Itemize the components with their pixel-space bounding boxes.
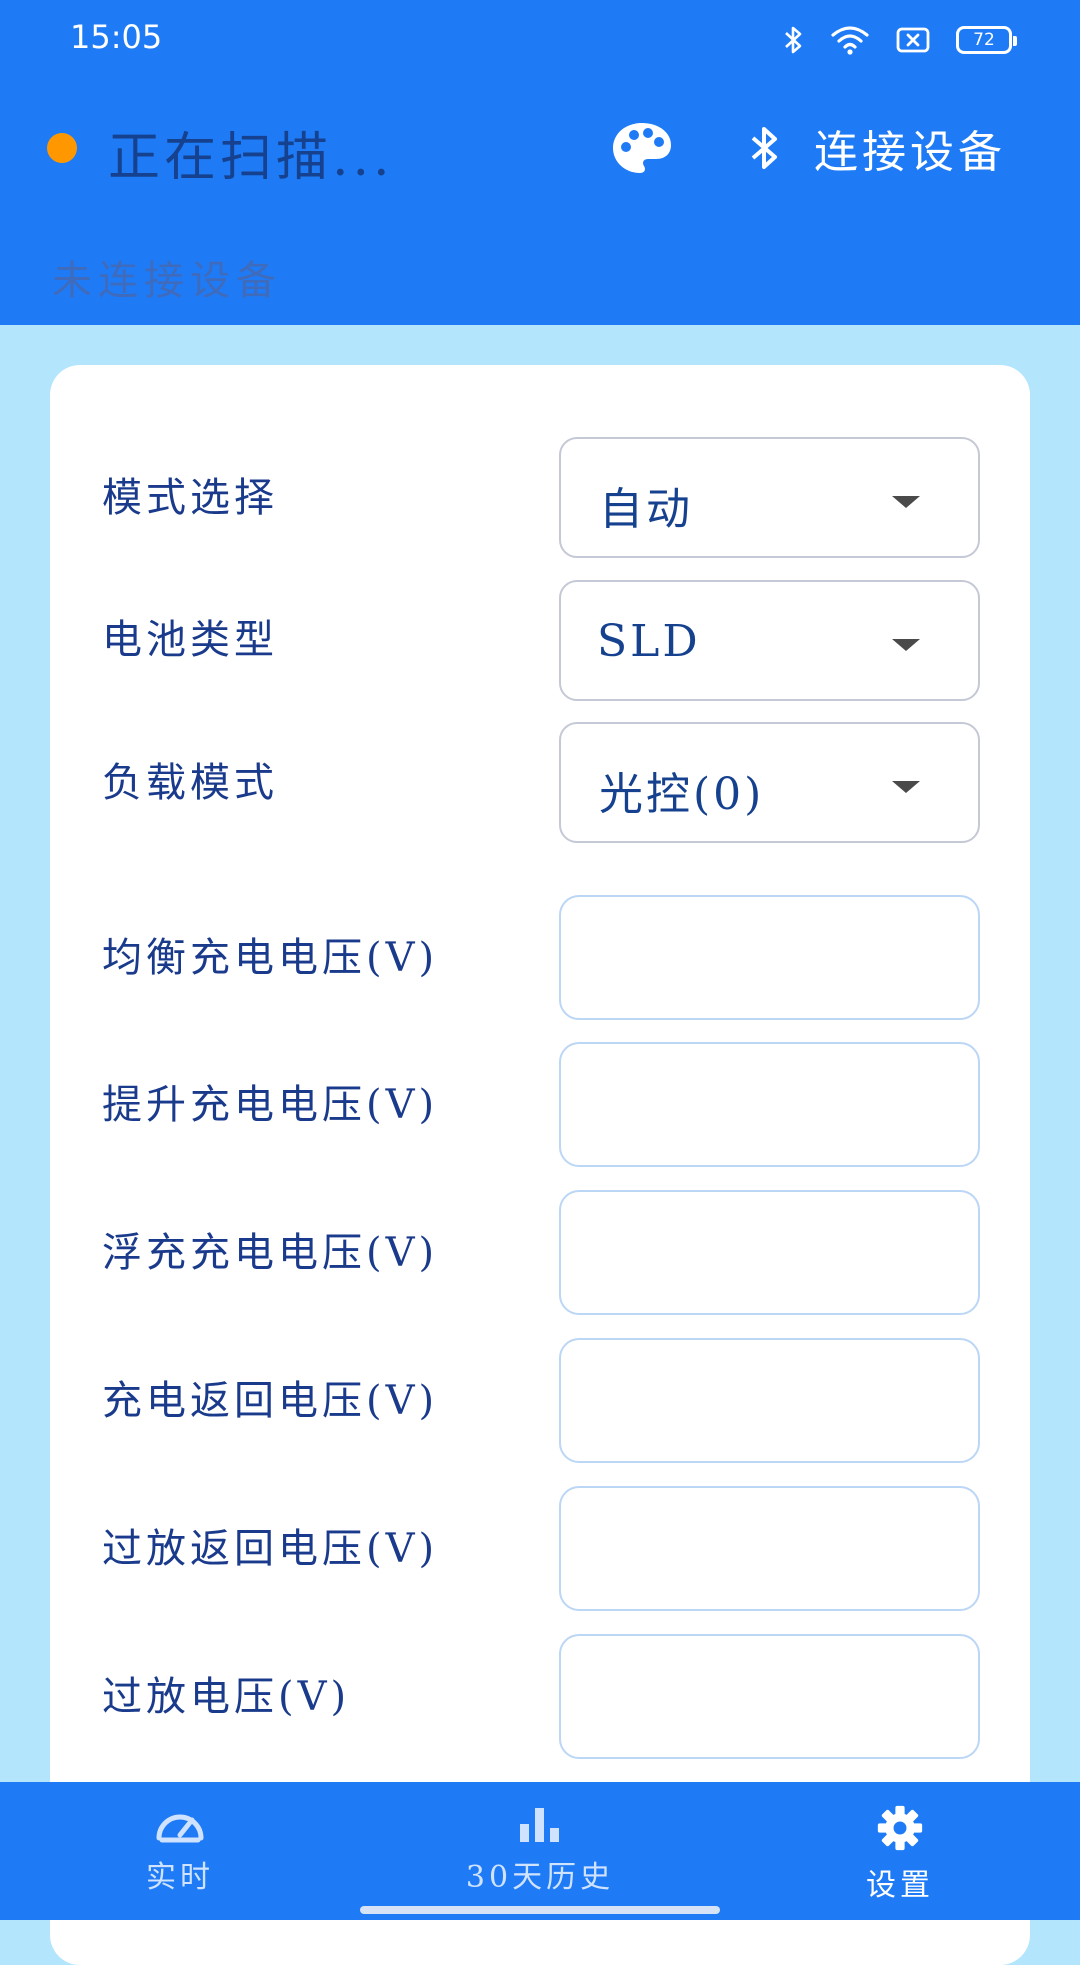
mode-select-value: 自动 xyxy=(599,484,693,535)
status-time: 15:05 xyxy=(70,18,163,56)
bluetooth-status-icon xyxy=(785,26,802,54)
bottom-navigation: 实时 30天历史 设置 xyxy=(0,1782,1080,1920)
battery-icon: 72 xyxy=(956,26,1017,54)
scan-status-dot xyxy=(47,133,77,163)
connection-status-text: 未连接设备 xyxy=(52,258,282,304)
nav-label-history: 30天历史 xyxy=(465,1860,615,1895)
dropdown-arrow-icon xyxy=(892,639,920,651)
float-voltage-input[interactable] xyxy=(559,1190,980,1315)
nav-item-realtime[interactable]: 实时 xyxy=(60,1804,300,1904)
dropdown-arrow-icon xyxy=(892,496,920,508)
status-bar: 15:05 72 xyxy=(0,0,1080,80)
battery-level: 72 xyxy=(973,30,995,50)
bluetooth-icon xyxy=(751,127,777,169)
battery-type-select[interactable]: SLD xyxy=(559,580,980,701)
float-voltage-label: 浮充充电电压(V) xyxy=(102,1230,439,1276)
nav-item-history[interactable]: 30天历史 xyxy=(420,1804,660,1904)
home-indicator[interactable] xyxy=(360,1906,720,1914)
equalize-voltage-label: 均衡充电电压(V) xyxy=(102,935,439,981)
over-discharge-return-voltage-input[interactable] xyxy=(559,1486,980,1611)
battery-type-value: SLD xyxy=(597,616,701,667)
battery-type-label: 电池类型 xyxy=(102,617,278,663)
connect-device-button[interactable]: 连接设备 xyxy=(748,118,1006,178)
nav-item-settings[interactable]: 设置 xyxy=(780,1804,1020,1904)
load-mode-label: 负载模式 xyxy=(102,760,278,806)
status-icons: 72 xyxy=(782,22,1017,58)
sim-off-icon xyxy=(896,27,930,53)
over-discharge-voltage-input[interactable] xyxy=(559,1634,980,1759)
over-discharge-return-voltage-label: 过放返回电压(V) xyxy=(102,1526,439,1572)
dropdown-arrow-icon xyxy=(892,781,920,793)
charge-return-voltage-input[interactable] xyxy=(559,1338,980,1463)
boost-voltage-input[interactable] xyxy=(559,1042,980,1167)
bar-chart-icon xyxy=(520,1808,559,1842)
mode-select-label: 模式选择 xyxy=(102,475,278,521)
nav-label-realtime: 实时 xyxy=(146,1860,214,1895)
equalize-voltage-input[interactable] xyxy=(559,895,980,1020)
load-mode-value: 光控(0) xyxy=(599,769,765,820)
charge-return-voltage-label: 充电返回电压(V) xyxy=(102,1378,439,1424)
palette-icon xyxy=(613,123,671,173)
gear-icon xyxy=(877,1805,923,1851)
scan-status-title: 正在扫描... xyxy=(108,128,394,188)
nav-label-settings: 设置 xyxy=(866,1868,934,1903)
load-mode-select[interactable]: 光控(0) xyxy=(559,722,980,843)
mode-select[interactable]: 自动 xyxy=(559,437,980,558)
theme-palette-button[interactable] xyxy=(610,120,674,176)
connect-device-label: 连接设备 xyxy=(814,127,1006,178)
wifi-icon xyxy=(831,26,869,55)
boost-voltage-label: 提升充电电压(V) xyxy=(102,1082,439,1128)
app-header: 15:05 72 正在扫描... 连接设备 未连接设备 xyxy=(0,0,1080,325)
over-discharge-voltage-label: 过放电压(V) xyxy=(102,1674,351,1720)
speedometer-icon xyxy=(156,1814,204,1843)
